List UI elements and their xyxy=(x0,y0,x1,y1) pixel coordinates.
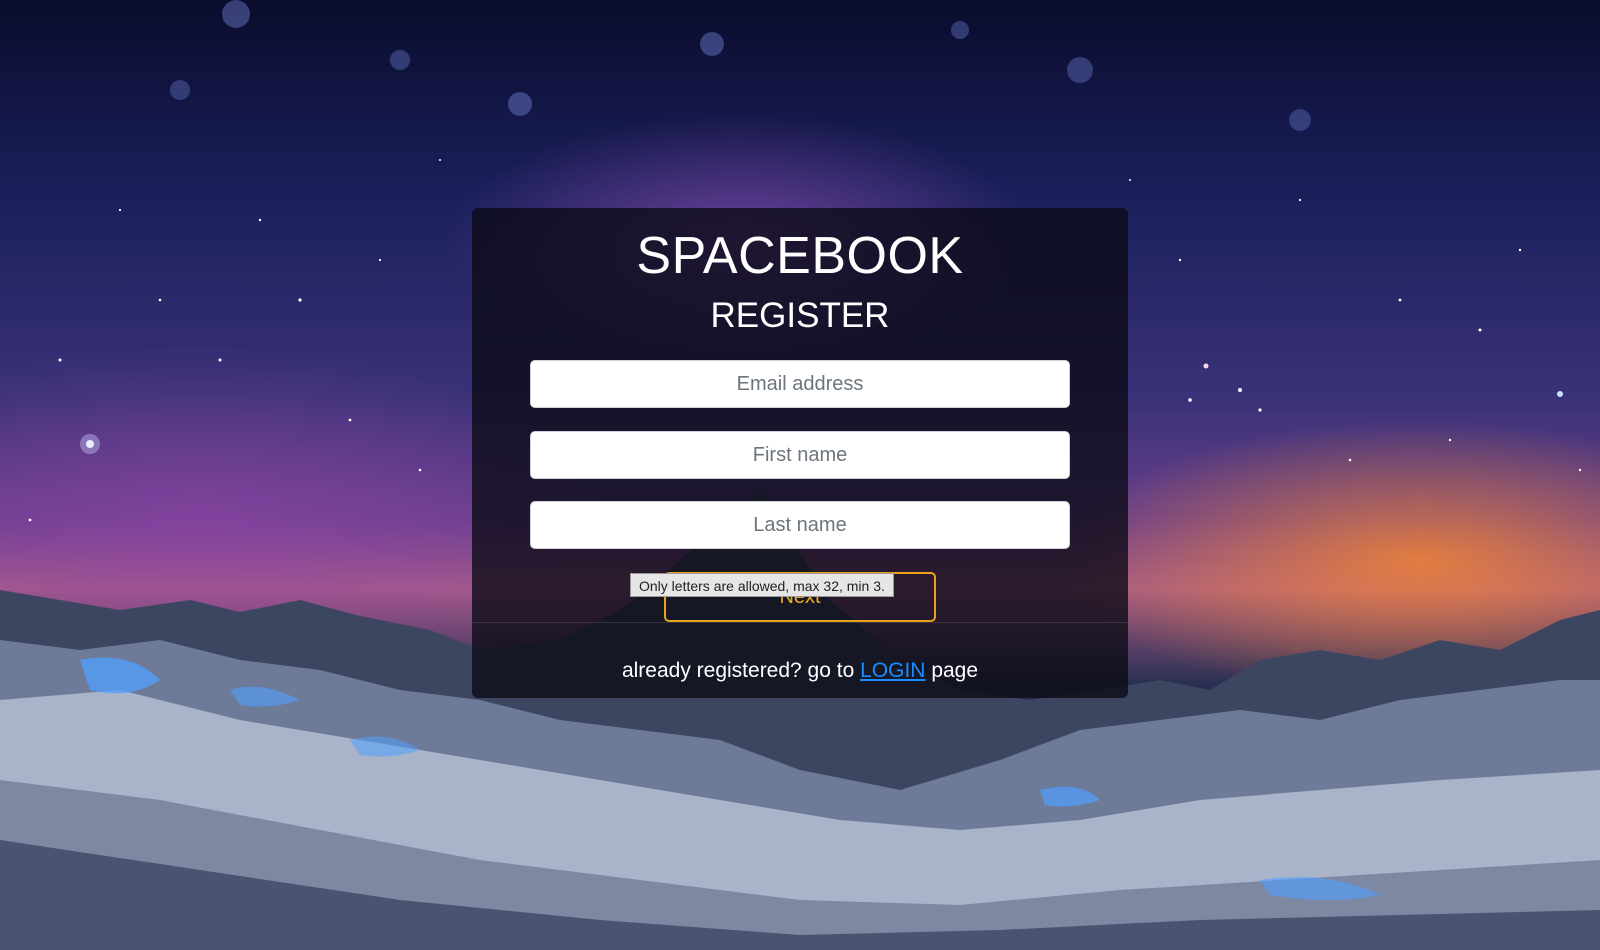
login-prompt: already registered? go to LOGIN page xyxy=(472,659,1128,683)
brand-title: SPACEBOOK xyxy=(636,227,964,285)
last-name-field[interactable] xyxy=(530,501,1070,549)
login-prompt-prefix: already registered? go to xyxy=(621,659,855,682)
register-heading: REGISTER xyxy=(710,296,890,335)
validation-tooltip: Only letters are allowed, max 32, min 3. xyxy=(630,573,894,597)
login-prompt-suffix: page xyxy=(931,659,979,682)
first-name-field[interactable] xyxy=(530,431,1070,479)
card-divider xyxy=(472,622,1128,623)
register-card: SPACEBOOK REGISTER Next already register… xyxy=(472,208,1128,698)
email-field[interactable] xyxy=(530,360,1070,408)
login-link[interactable]: LOGIN xyxy=(860,659,925,682)
